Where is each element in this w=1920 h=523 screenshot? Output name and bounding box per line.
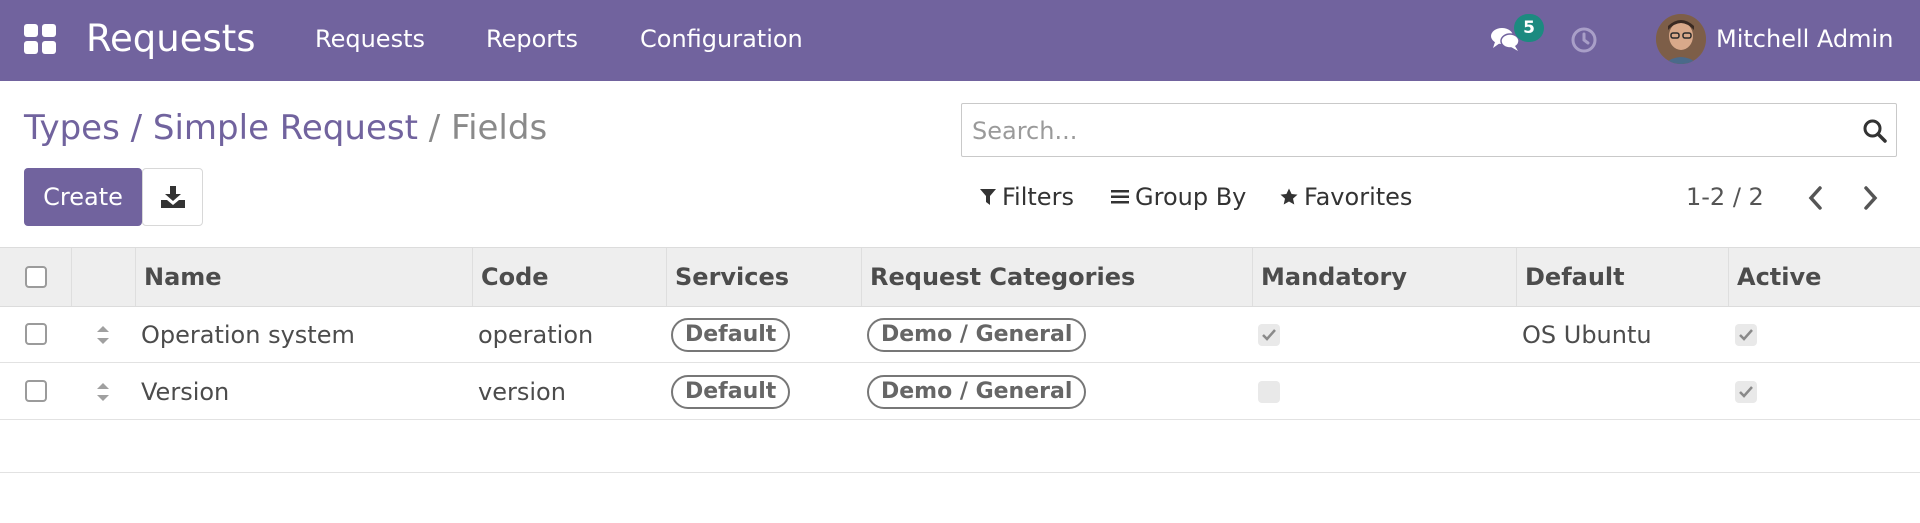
column-header-mandatory[interactable]: Mandatory bbox=[1252, 248, 1516, 306]
service-tag: Default bbox=[671, 318, 791, 352]
row-default: OS Ubuntu bbox=[1522, 321, 1652, 349]
apps-menu-icon[interactable] bbox=[24, 24, 56, 54]
chat-count-badge: 5 bbox=[1514, 14, 1544, 42]
pager-next-icon[interactable] bbox=[1858, 184, 1882, 212]
breadcrumb: Types / Simple Request / Fields bbox=[24, 106, 547, 150]
search-icon[interactable] bbox=[1862, 118, 1888, 144]
row-code: version bbox=[478, 378, 566, 406]
row-checkbox[interactable] bbox=[25, 323, 47, 345]
pager-value[interactable]: 1-2 / 2 bbox=[1686, 182, 1764, 212]
app-brand[interactable]: Requests bbox=[86, 16, 256, 62]
breadcrumb-simple-request[interactable]: Simple Request bbox=[153, 108, 418, 148]
favorites-label: Favorites bbox=[1304, 183, 1413, 211]
active-checkbox[interactable] bbox=[1735, 381, 1757, 403]
menu-item-requests[interactable]: Requests bbox=[315, 24, 425, 54]
category-tag: Demo / General bbox=[867, 318, 1087, 352]
top-navbar: Requests Requests Reports Configuration … bbox=[0, 0, 1920, 81]
row-name: Operation system bbox=[141, 321, 355, 349]
table-row[interactable]: Version version Default Demo / General bbox=[0, 364, 1920, 420]
download-icon bbox=[161, 186, 185, 208]
user-name[interactable]: Mitchell Admin bbox=[1716, 24, 1893, 54]
menu-item-configuration[interactable]: Configuration bbox=[640, 24, 803, 54]
row-name: Version bbox=[141, 378, 230, 406]
table-row[interactable]: Operation system operation Default Demo … bbox=[0, 307, 1920, 363]
activity-clock-icon[interactable] bbox=[1570, 26, 1598, 54]
breadcrumb-current: Fields bbox=[450, 108, 548, 148]
row-code: operation bbox=[478, 321, 594, 349]
column-header-request-categories[interactable]: Request Categories bbox=[861, 248, 1252, 306]
column-header-code[interactable]: Code bbox=[472, 248, 666, 306]
breadcrumb-types[interactable]: Types bbox=[24, 108, 120, 148]
drag-handle-icon[interactable] bbox=[95, 323, 111, 347]
search-input[interactable] bbox=[972, 112, 1832, 150]
column-handle bbox=[71, 248, 135, 306]
column-header-name[interactable]: Name bbox=[135, 248, 472, 306]
check-icon bbox=[1739, 386, 1753, 398]
pager-previous-icon[interactable] bbox=[1804, 184, 1828, 212]
filters-button[interactable]: Filters bbox=[980, 182, 1074, 212]
create-button[interactable]: Create bbox=[24, 168, 142, 226]
user-avatar[interactable] bbox=[1656, 14, 1706, 64]
table-header: Name Code Services Request Categories Ma… bbox=[0, 247, 1920, 307]
column-header-active[interactable]: Active bbox=[1728, 248, 1920, 306]
export-button[interactable] bbox=[142, 168, 203, 226]
row-checkbox[interactable] bbox=[25, 380, 47, 402]
select-all-checkbox[interactable] bbox=[25, 266, 47, 288]
search-box bbox=[961, 103, 1897, 157]
breadcrumb-separator: / bbox=[417, 108, 451, 148]
mandatory-checkbox[interactable] bbox=[1258, 324, 1280, 346]
drag-handle-icon[interactable] bbox=[95, 380, 111, 404]
list-icon bbox=[1111, 190, 1129, 204]
group-by-button[interactable]: Group By bbox=[1111, 182, 1246, 212]
filters-label: Filters bbox=[1002, 183, 1074, 211]
active-checkbox[interactable] bbox=[1735, 324, 1757, 346]
service-tag: Default bbox=[671, 375, 791, 409]
star-icon bbox=[1280, 188, 1298, 205]
breadcrumb-separator: / bbox=[119, 108, 153, 148]
mandatory-checkbox[interactable] bbox=[1258, 381, 1280, 403]
check-icon bbox=[1262, 329, 1276, 341]
empty-row bbox=[0, 420, 1920, 473]
check-icon bbox=[1739, 329, 1753, 341]
column-header-default[interactable]: Default bbox=[1516, 248, 1728, 306]
category-tag: Demo / General bbox=[867, 375, 1087, 409]
filter-icon bbox=[980, 189, 996, 205]
group-by-label: Group By bbox=[1135, 183, 1247, 211]
column-header-services[interactable]: Services bbox=[666, 248, 861, 306]
favorites-button[interactable]: Favorites bbox=[1280, 182, 1412, 212]
menu-item-reports[interactable]: Reports bbox=[486, 24, 578, 54]
